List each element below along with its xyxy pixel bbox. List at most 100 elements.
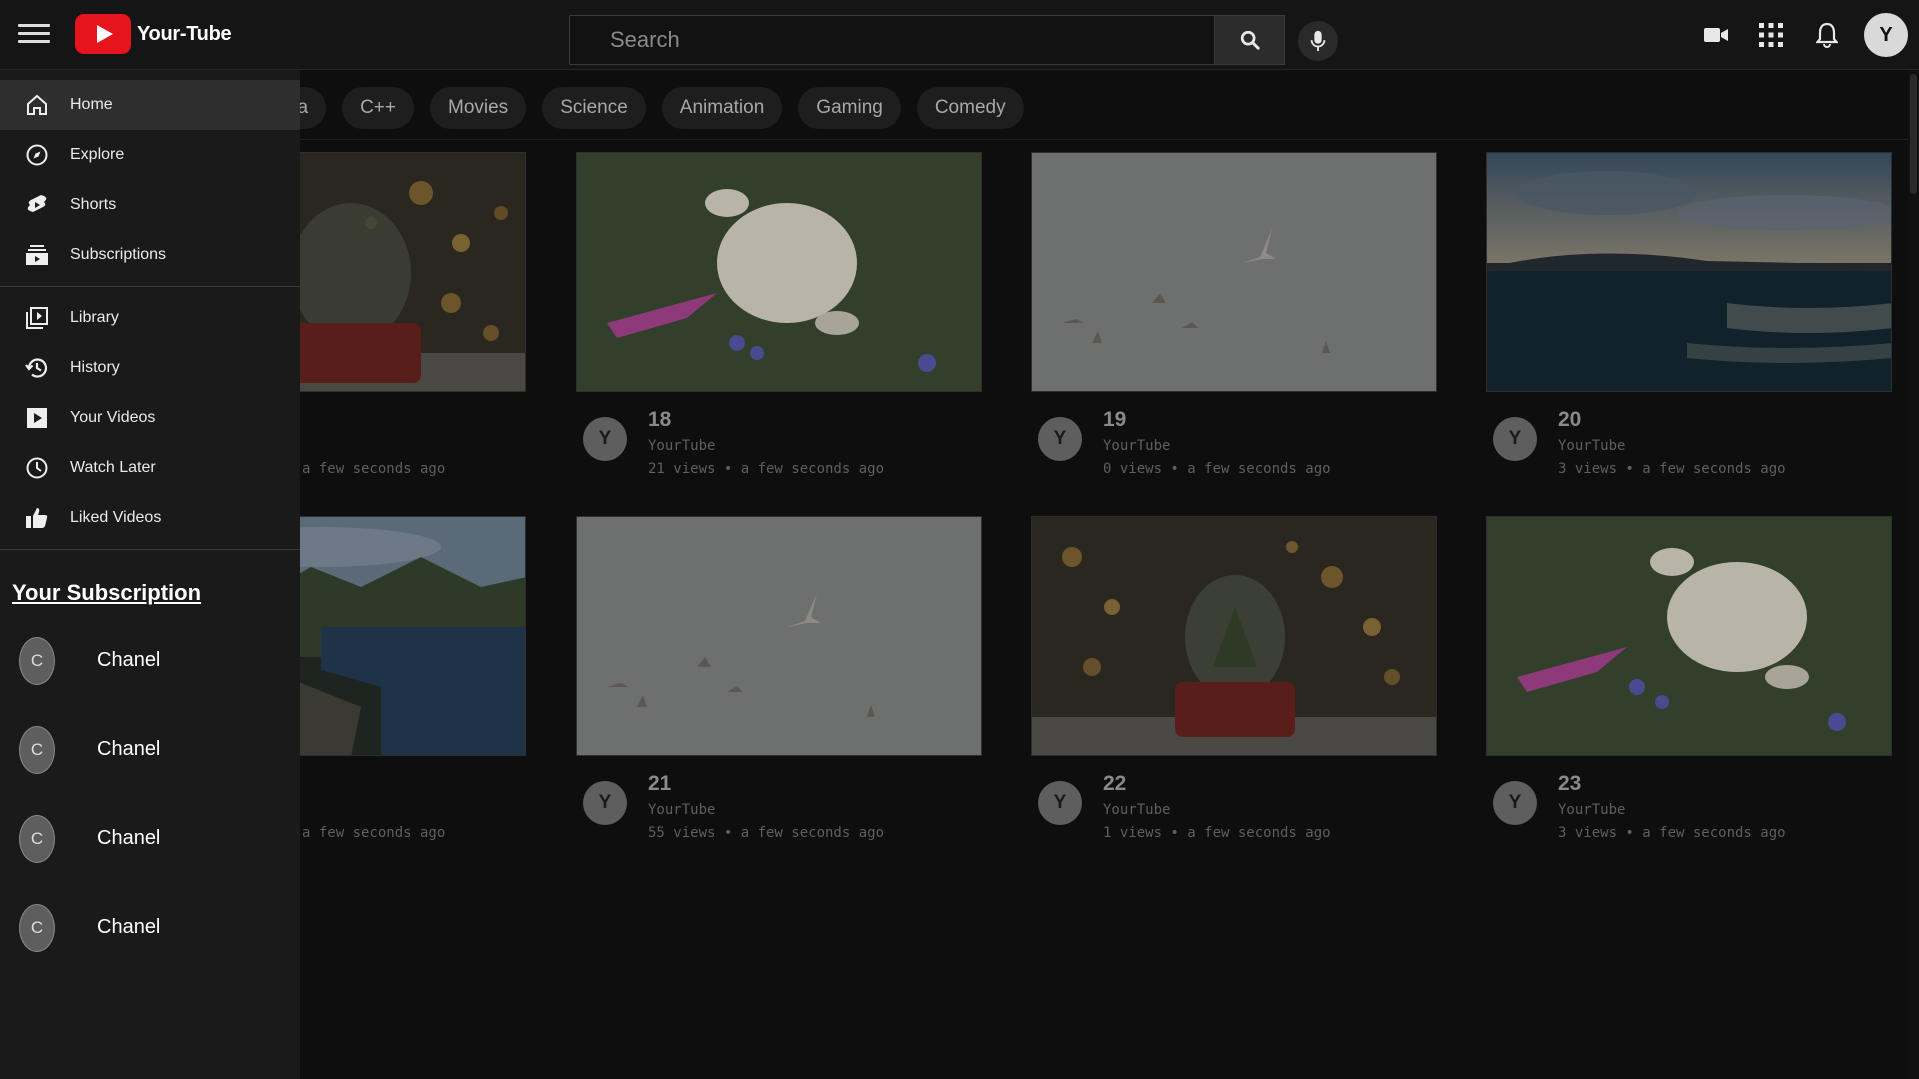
video-stats: a few seconds ago [302,461,446,477]
sidebar-item-watch-later[interactable]: Watch Later [0,443,300,493]
subscription-name: Chanel [97,827,161,849]
video-channel[interactable]: YourTube [1558,802,1625,818]
channel-avatar[interactable]: Y [583,781,627,825]
video-meta: Y 18 YourTube 21 views • a few seconds a… [576,392,982,482]
create-video-button[interactable] [1701,20,1731,50]
video-card[interactable]: Y 18 YourTube 21 views • a few seconds a… [576,152,982,482]
video-meta: Y 23 YourTube 3 views • a few seconds ag… [1486,756,1892,846]
search-icon [1240,30,1260,50]
sidebar-item-explore[interactable]: Explore [0,130,300,180]
chip-cpp[interactable]: C++ [342,87,414,129]
video-channel[interactable]: YourTube [1103,802,1170,818]
video-camera-icon [1704,28,1728,42]
subscription-item[interactable]: C Chanel [0,794,300,883]
sidebar-item-shorts[interactable]: Shorts [0,180,300,230]
voice-search-button[interactable] [1298,21,1338,61]
video-title[interactable]: 22 [1103,772,1126,796]
subscription-avatar: C [19,725,55,774]
sidebar-item-label: Subscriptions [70,246,167,263]
video-card[interactable]: Y 21 YourTube 55 views • a few seconds a… [576,516,982,846]
video-title[interactable]: 18 [648,408,671,432]
thumbs-up-icon [24,505,50,531]
subscription-avatar: C [19,903,55,952]
channel-avatar[interactable]: Y [1493,417,1537,461]
sidebar-item-label: Your Videos [70,409,156,426]
video-thumbnail-ocean[interactable] [1486,152,1892,392]
user-avatar[interactable]: Y [1864,13,1908,57]
subscription-name: Chanel [97,649,161,671]
sidebar-item-history[interactable]: History [0,343,300,393]
chip-comedy[interactable]: Comedy [916,87,1024,129]
sidebar-item-label: Liked Videos [70,509,162,526]
microphone-icon [1310,30,1326,52]
bell-icon [1816,22,1838,48]
video-card[interactable]: Y 22 YourTube 1 views • a few seconds ag… [1031,516,1437,846]
video-channel[interactable]: YourTube [648,802,715,818]
video-stats: 0 views • a few seconds ago [1103,461,1331,477]
scrollbar-thumb[interactable] [1910,74,1917,194]
subscriptions-heading: Your Subscription [12,580,202,605]
sidebar-item-label: History [70,359,120,376]
video-meta: Y 22 YourTube 1 views • a few seconds ag… [1031,756,1437,846]
compass-icon [24,142,50,168]
video-channel[interactable]: YourTube [648,438,715,454]
sidebar: Home Explore Shorts Subscriptions Librar… [0,70,300,1079]
video-thumbnail-birds[interactable] [576,516,982,756]
video-stats: 3 views • a few seconds ago [1558,461,1786,477]
video-title[interactable]: 19 [1103,408,1126,432]
channel-avatar[interactable]: Y [1493,781,1537,825]
search-input[interactable] [569,15,1215,65]
video-thumbnail-snowglobe[interactable] [1031,516,1437,756]
video-card[interactable]: Y 19 YourTube 0 views • a few seconds ag… [1031,152,1437,482]
chip-animation[interactable]: Animation [661,87,783,129]
subscription-avatar: C [19,636,55,685]
subscription-name: Chanel [97,738,161,760]
chip-movies[interactable]: Movies [430,87,527,129]
sidebar-item-subscriptions[interactable]: Subscriptions [0,230,300,280]
sidebar-item-label: Watch Later [70,459,156,476]
subscriptions-icon [24,242,50,268]
video-meta: Y 20 YourTube 3 views • a few seconds ag… [1486,392,1892,482]
video-thumbnail-birds[interactable] [1031,152,1437,392]
sidebar-item-label: Shorts [70,196,117,213]
home-icon [24,92,50,118]
sidebar-item-library[interactable]: Library [0,293,300,343]
video-stats: 21 views • a few seconds ago [648,461,885,477]
subscription-item[interactable]: C Chanel [0,616,300,705]
channel-avatar[interactable]: Y [1038,417,1082,461]
video-title[interactable]: 20 [1558,408,1581,432]
subscription-item[interactable]: C Chanel [0,705,300,794]
sidebar-item-label: Home [70,96,113,113]
sidebar-item-your-videos[interactable]: Your Videos [0,393,300,443]
notifications-button[interactable] [1812,20,1842,50]
channel-avatar[interactable]: Y [1038,781,1082,825]
video-card[interactable]: Y 23 YourTube 3 views • a few seconds ag… [1486,516,1892,846]
shorts-icon [24,192,50,218]
chip-gaming[interactable]: Gaming [798,87,901,129]
subscription-item[interactable]: C Chanel [0,883,300,972]
video-thumbnail-bunny[interactable] [576,152,982,392]
sidebar-item-home[interactable]: Home [0,80,300,130]
sidebar-item-liked-videos[interactable]: Liked Videos [0,493,300,543]
category-chips: va C++ Movies Science Animation Gaming C… [280,86,1040,130]
video-stats: 55 views • a few seconds ago [648,825,885,841]
video-channel[interactable]: YourTube [1103,438,1170,454]
video-title[interactable]: 21 [648,772,671,796]
sidebar-divider [0,549,300,550]
video-thumbnail-bunny[interactable] [1486,516,1892,756]
app-logo[interactable]: Your-Tube [75,14,232,54]
hamburger-menu-icon[interactable] [18,20,50,50]
subscription-name: Chanel [97,916,161,938]
video-meta: Y 21 YourTube 55 views • a few seconds a… [576,756,982,846]
video-stats: 1 views • a few seconds ago [1103,825,1331,841]
page-scrollbar[interactable] [1908,70,1919,1079]
clock-icon [24,455,50,481]
chip-science[interactable]: Science [542,87,646,129]
search-button[interactable] [1215,15,1285,65]
apps-grid-button[interactable] [1756,20,1786,50]
video-card[interactable]: Y 20 YourTube 3 views • a few seconds ag… [1486,152,1892,482]
video-title[interactable]: 23 [1558,772,1581,796]
channel-avatar[interactable]: Y [583,417,627,461]
logo-play-icon [75,14,131,54]
video-channel[interactable]: YourTube [1558,438,1625,454]
